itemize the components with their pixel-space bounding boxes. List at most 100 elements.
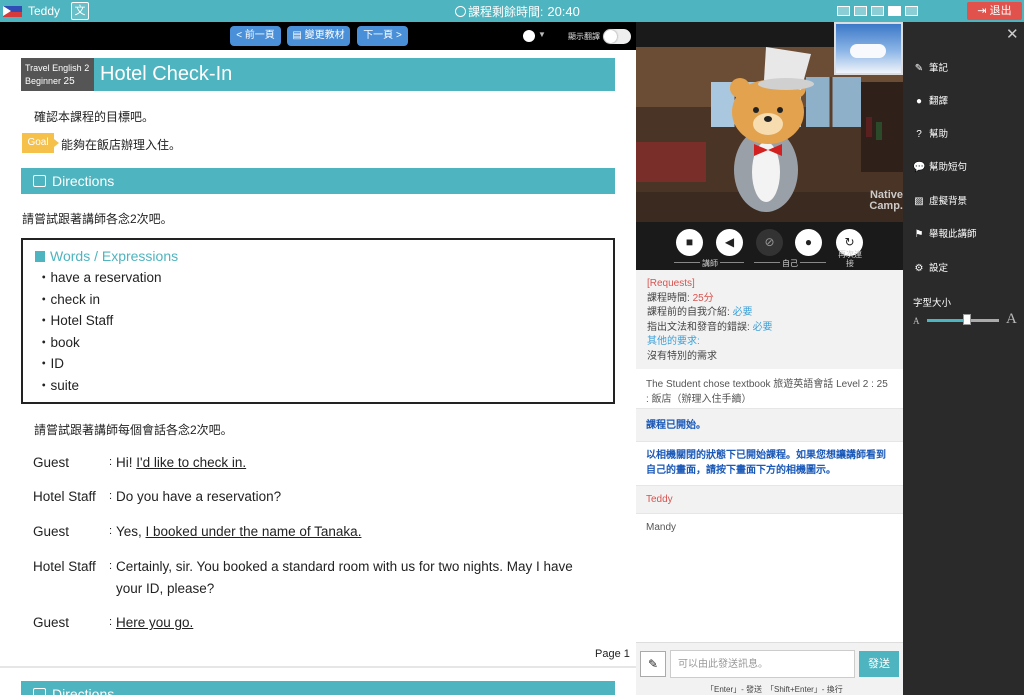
speaker: Guest [33, 615, 70, 630]
speaker-icon[interactable]: ◀ [716, 229, 743, 256]
menu-notes[interactable]: ✎ 筆記 [913, 60, 948, 74]
layout-1-icon[interactable] [837, 6, 850, 16]
speaker: Hotel Staff [33, 489, 96, 504]
change-textbook-button[interactable]: ▤ 變更教材 [287, 26, 350, 46]
close-icon[interactable]: ✕ [1006, 25, 1019, 43]
layout-switcher [837, 5, 922, 19]
correction-value: 必要 [752, 321, 773, 333]
menu-label: 虛擬背景 [929, 196, 968, 207]
dialog-text: Here you go. [116, 612, 593, 634]
chat-bubble-icon: 💬 [913, 162, 926, 173]
word-item: ・have a reservation [37, 270, 162, 285]
dialog-text: Yes, I booked under the name of Tanaka. [116, 521, 593, 543]
gear-icon: ⚙ [914, 263, 924, 274]
prev-page-button[interactable]: < 前一頁 [230, 26, 281, 46]
menu-translate[interactable]: ● 翻譯 [913, 93, 948, 107]
course-level-box: Travel English 2 Beginner 25 [21, 58, 94, 91]
clock-icon [455, 6, 466, 17]
help-icon: ? [916, 129, 922, 140]
microphone-icon[interactable]: ● [795, 229, 822, 256]
image-icon: ▨ [914, 196, 924, 207]
colon: : [109, 490, 113, 502]
level-label: Beginner [25, 76, 62, 86]
pencil-icon[interactable]: ✎ [640, 651, 666, 677]
top-bar: Teddy 文A 課程剩餘時間:20:40 ⇥ 退出 [0, 0, 1024, 33]
page-divider [0, 666, 636, 668]
toggle-knob [604, 30, 617, 43]
speaker: Hotel Staff [33, 559, 96, 574]
colon: : [109, 456, 113, 468]
globe-icon[interactable] [523, 30, 535, 42]
layout-3-icon[interactable] [871, 6, 884, 16]
font-size-label: 字型大小 [913, 298, 952, 309]
dialog-plain: Certainly, sir. You booked a standard ro… [116, 559, 573, 596]
lesson-title: Hotel Check-In [94, 58, 615, 91]
word-item: ・check in [37, 291, 101, 307]
menu-help-phrases[interactable]: 💬 幫助短句 [913, 159, 967, 173]
menu-virtual-background[interactable]: ▨ 虛擬背景 [913, 193, 967, 207]
menu-help[interactable]: ? 幫助 [913, 126, 948, 140]
menu-label: 設定 [929, 263, 949, 274]
timer-value: 20:40 [547, 4, 580, 19]
directions-label: Directions [52, 686, 115, 695]
self-intro-value: 必要 [732, 307, 753, 318]
slider-thumb[interactable] [962, 314, 971, 325]
dialog-text: Do you have a reservation? [116, 486, 593, 508]
dialog-line: Guest: Yes, I booked under the name of T… [33, 521, 593, 543]
words-expressions-box: Words / Expressions ・have a reservation … [21, 238, 615, 404]
translate-icon[interactable]: 文A [71, 2, 89, 33]
chat-input-area: ✎ 發送 「Enter」- 發送 「Shift+Enter」- 換行 [636, 642, 903, 695]
goal-text: 能夠在飯店辦理入住。 [61, 138, 182, 152]
send-button[interactable]: 發送 [859, 651, 899, 677]
other-requests-label: 其他的要求: [647, 336, 700, 347]
tools-panel: ✕ ✎ 筆記 ● 翻譯 ? 幫助 💬 幫助短句 ▨ 虛擬背景 ⚑ 舉報此講師 ⚙ 設定 字型大… [903, 22, 1024, 695]
font-small-icon: A [913, 316, 920, 326]
page-number: Page 1 [595, 648, 630, 660]
chat-log: [Requests] 課程時間: 25分 課程前的自我介紹: 必要 指出文法和發… [636, 270, 903, 642]
course-level: Beginner 25 [25, 75, 94, 88]
book-icon: ▤ [292, 30, 305, 41]
layout-2-icon[interactable] [854, 6, 867, 16]
book-icon [35, 251, 45, 262]
dialog-plain: Do you have a reservation? [116, 489, 282, 504]
instruction-text: 請嘗試跟著講師各念2次吧。 [22, 212, 173, 226]
dialog-instruction: 請嘗試跟著講師每個會話各念2次吧。 [34, 423, 233, 437]
self-video-preview [834, 22, 903, 75]
philippines-flag-icon [3, 6, 22, 17]
other-requests-value: 沒有特別的需求 [647, 350, 717, 362]
exit-button[interactable]: ⇥ 退出 [967, 2, 1022, 20]
directions-header: Directions [21, 681, 615, 695]
globe-icon: ● [915, 96, 923, 107]
thumbs-up-icon [33, 175, 46, 187]
camera-off-icon[interactable]: ⊘ [756, 229, 783, 256]
directions-header: Directions [21, 168, 615, 194]
keyboard-hint: 「Enter」- 發送 「Shift+Enter」- 換行 [706, 685, 843, 694]
menu-label: 翻譯 [929, 96, 949, 107]
menu-report-teacher[interactable]: ⚑ 舉報此講師 [913, 226, 977, 240]
dialog-text: Hi! I'd like to check in. [116, 452, 593, 474]
dialog-line: Hotel Staff: Do you have a reservation? [33, 486, 593, 508]
brand-watermark: Native Camp. [869, 189, 903, 212]
dialog-plain: Hi! [116, 455, 137, 470]
layout-4-icon[interactable] [888, 6, 901, 16]
chevron-down-icon[interactable]: ▼ [538, 30, 546, 39]
reconnect-label: 再次連接 [838, 250, 862, 268]
show-translation-label: 顯示翻譯 [568, 32, 600, 41]
menu-label: 幫助短句 [929, 162, 968, 173]
word-item: ・Hotel Staff [37, 313, 114, 328]
camera-icon[interactable]: ■ [676, 229, 703, 256]
lesson-time-row: 課程時間: 25分 [647, 292, 892, 307]
chat-message-input[interactable] [670, 650, 855, 678]
goal-badge: Goal [22, 133, 59, 153]
lesson-started-message: 課程已開始。 [636, 409, 903, 442]
timer-label: 課程剩餘時間: [468, 5, 544, 19]
menu-settings[interactable]: ⚙ 設定 [913, 260, 949, 274]
exit-label: 退出 [989, 5, 1012, 17]
words-title-label: Words / Expressions [50, 248, 179, 264]
layout-5-icon[interactable] [905, 6, 918, 16]
next-page-button[interactable]: 下一頁 > [357, 26, 408, 46]
words-title: Words / Expressions [35, 248, 601, 264]
thumbs-up-icon [33, 688, 46, 695]
edit-icon: ✎ [914, 63, 924, 74]
show-translation-toggle[interactable] [603, 29, 631, 44]
